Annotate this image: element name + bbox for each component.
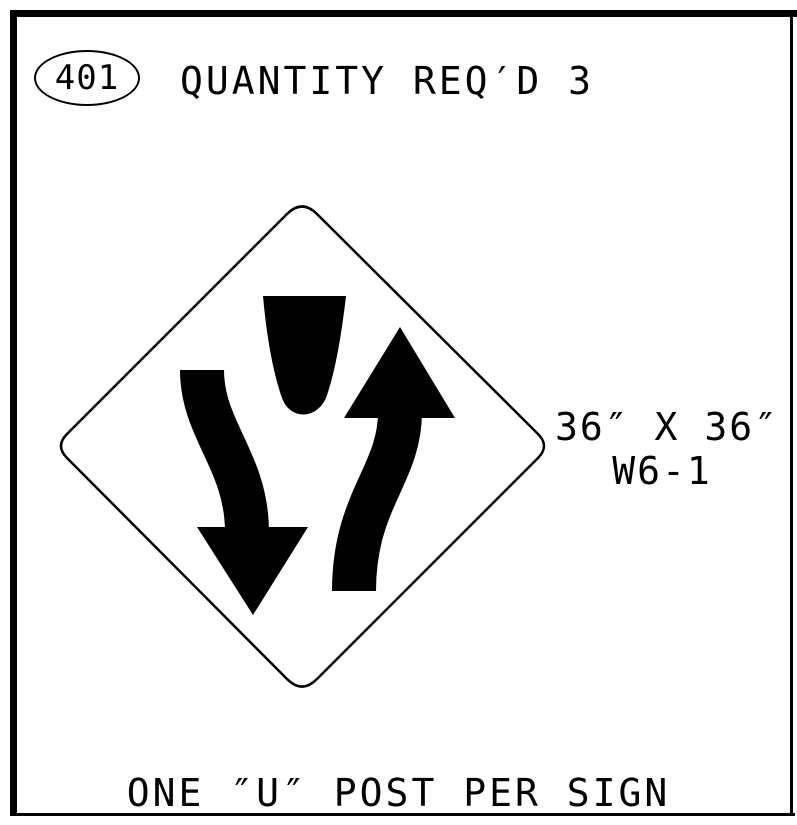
sign-diamond-outline [59, 205, 546, 688]
sign-detail-sheet: 401 QUANTITY REQ′D 3 36″ X 36″ W6-1 ONE … [0, 0, 797, 825]
post-requirement-note: ONE ″U″ POST PER SIGN [126, 771, 671, 815]
sign-size-label: 36″ X 36″ [555, 405, 779, 449]
sign-code-label: W6-1 [612, 449, 712, 493]
